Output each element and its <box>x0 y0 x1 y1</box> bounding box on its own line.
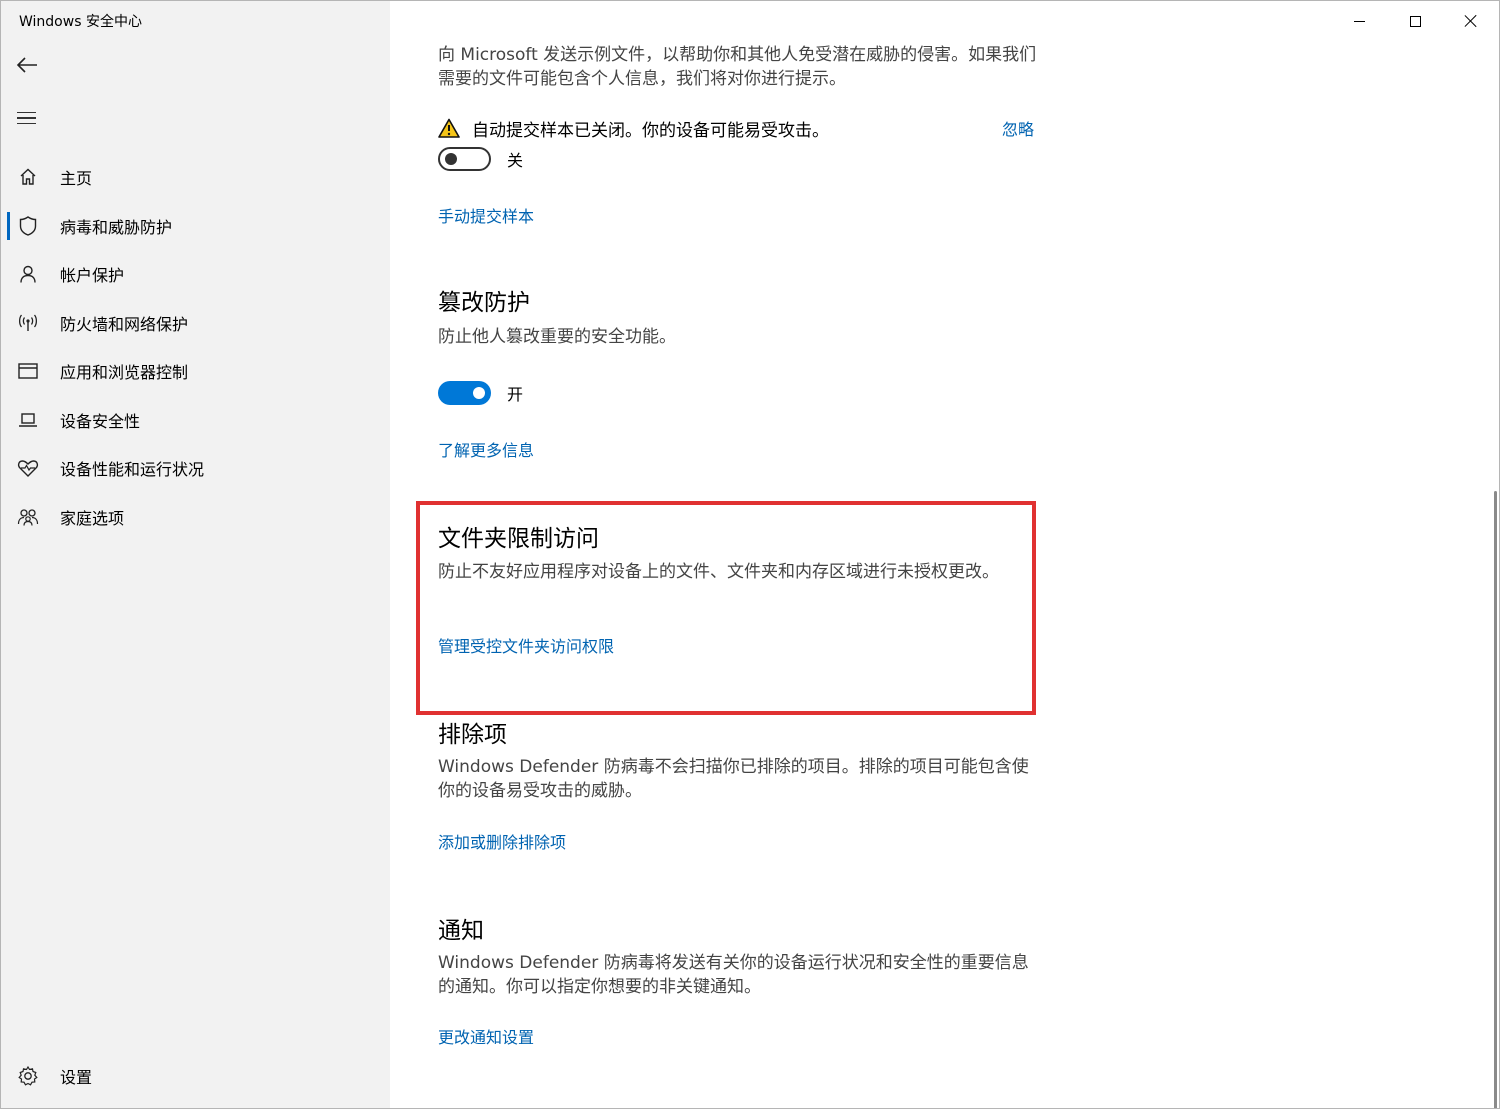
scrollbar-thumb[interactable] <box>1494 491 1497 1108</box>
sidebar-item-app-browser-control[interactable]: 应用和浏览器控制 <box>1 351 390 391</box>
toggle-knob <box>445 153 457 165</box>
sidebar-item-device-security[interactable]: 设备安全性 <box>1 400 390 440</box>
menu-toggle-button[interactable] <box>15 107 39 129</box>
sidebar-item-label: 设备安全性 <box>60 412 141 431</box>
sidebar-item-label: 应用和浏览器控制 <box>60 363 189 382</box>
sample-warning-row: 自动提交样本已关闭。你的设备可能易受攻击。 忽略 <box>438 115 1038 141</box>
exclusions-description: Windows Defender 防病毒不会扫描你已排除的项目。排除的项目可能包… <box>438 757 1029 801</box>
minimize-button[interactable] <box>1331 1 1387 41</box>
home-icon <box>16 165 40 189</box>
tamper-toggle-label: 开 <box>507 385 524 404</box>
title-bar: Windows 安全中心 <box>1 1 1499 41</box>
hamburger-icon <box>17 112 36 114</box>
sidebar-item-label: 防火墙和网络保护 <box>60 315 189 334</box>
main-content: 向 Microsoft 发送示例文件，以帮助你和其他人免受潜在威胁的侵害。如果我… <box>390 41 1499 1108</box>
sidebar-item-family-options[interactable]: 家庭选项 <box>1 497 390 537</box>
close-button[interactable] <box>1443 1 1499 41</box>
hamburger-line <box>17 122 36 124</box>
sidebar-item-label: 病毒和威胁防护 <box>60 218 173 237</box>
shield-icon <box>16 214 40 238</box>
sidebar-item-firewall[interactable]: 防火墙和网络保护 <box>1 303 390 343</box>
window-title: Windows 安全中心 <box>1 1 390 41</box>
tamper-learn-more-link[interactable]: 了解更多信息 <box>438 437 534 461</box>
tamper-protection-title: 篡改防护 <box>438 290 530 316</box>
tamper-protection-description: 防止他人篡改重要的安全功能。 <box>438 327 676 347</box>
browser-window-icon <box>16 359 40 383</box>
family-icon <box>16 505 40 529</box>
gear-icon <box>16 1064 40 1088</box>
sidebar-item-label: 主页 <box>60 169 93 188</box>
dismiss-warning-link[interactable]: 忽略 <box>1002 116 1034 140</box>
sample-warning-text: 自动提交样本已关闭。你的设备可能易受攻击。 <box>472 120 829 141</box>
laptop-icon <box>16 408 40 432</box>
sample-submission-description: 向 Microsoft 发送示例文件，以帮助你和其他人免受潜在威胁的侵害。如果我… <box>438 45 1037 89</box>
title-bar-controls <box>390 1 1499 41</box>
manage-folder-access-link[interactable]: 管理受控文件夹访问权限 <box>438 633 614 657</box>
heart-pulse-icon <box>16 456 40 480</box>
maximize-icon <box>1409 15 1421 27</box>
sidebar-item-label: 设置 <box>60 1068 93 1087</box>
toggle-knob <box>473 387 485 399</box>
back-button[interactable] <box>15 53 39 77</box>
auto-sample-toggle[interactable] <box>438 147 491 171</box>
sidebar-item-settings[interactable]: 设置 <box>1 1056 390 1096</box>
sidebar-item-account-protection[interactable]: 帐户保护 <box>1 254 390 294</box>
back-arrow-icon <box>16 57 37 73</box>
change-notification-settings-link[interactable]: 更改通知设置 <box>438 1024 534 1048</box>
notifications-description: Windows Defender 防病毒将发送有关你的设备运行状况和安全性的重要… <box>438 953 1029 997</box>
warning-icon <box>438 118 460 138</box>
close-icon <box>1464 14 1478 28</box>
app-window: Windows 安全中心 主页 病毒和威胁防护 帐户保护 防火墙和网络保护 应用… <box>0 0 1500 1109</box>
folder-access-description: 防止不友好应用程序对设备上的文件、文件夹和内存区域进行未授权更改。 <box>438 562 999 582</box>
scrollbar[interactable] <box>1491 41 1499 1108</box>
exclusions-title: 排除项 <box>438 722 507 748</box>
hamburger-line <box>17 117 36 119</box>
sidebar-item-device-performance[interactable]: 设备性能和运行状况 <box>1 448 390 488</box>
antenna-icon <box>16 311 40 335</box>
auto-sample-toggle-label: 关 <box>507 151 524 170</box>
sidebar-item-label: 家庭选项 <box>60 509 125 528</box>
notifications-title: 通知 <box>438 918 484 944</box>
sidebar-item-label: 设备性能和运行状况 <box>60 460 205 479</box>
add-remove-exclusions-link[interactable]: 添加或删除排除项 <box>438 829 566 853</box>
person-icon <box>16 262 40 286</box>
sidebar: 主页 病毒和威胁防护 帐户保护 防火墙和网络保护 应用和浏览器控制 设备安全性 … <box>1 41 390 1108</box>
sidebar-item-virus-protection[interactable]: 病毒和威胁防护 <box>1 206 390 246</box>
manual-submit-link[interactable]: 手动提交样本 <box>438 203 534 227</box>
folder-access-title: 文件夹限制访问 <box>438 526 599 552</box>
minimize-icon <box>1353 20 1365 22</box>
maximize-button[interactable] <box>1387 1 1443 41</box>
tamper-toggle-row: 开 <box>438 380 523 406</box>
tamper-protection-toggle[interactable] <box>438 381 491 405</box>
sidebar-item-label: 帐户保护 <box>60 266 125 285</box>
sample-toggle-row: 关 <box>438 146 523 172</box>
sidebar-item-home[interactable]: 主页 <box>1 157 390 197</box>
